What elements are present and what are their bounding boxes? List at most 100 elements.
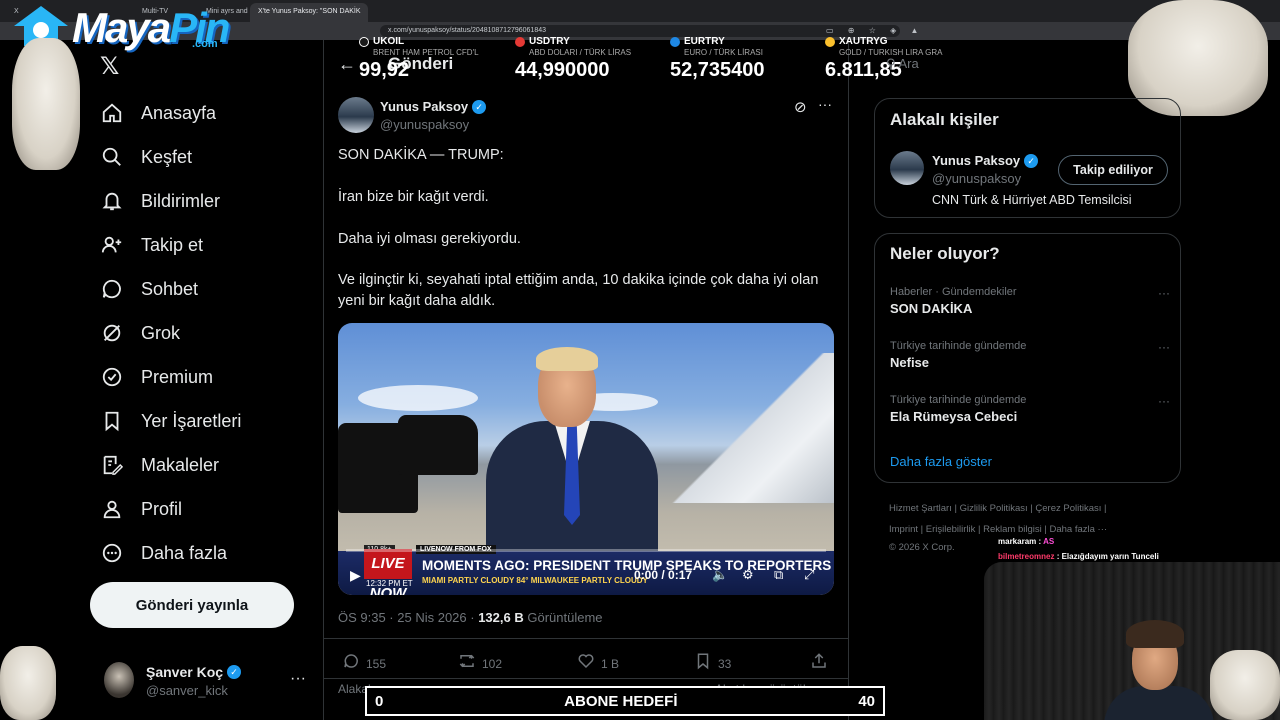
back-arrow-icon[interactable]: ← [338,54,356,75]
volume-icon[interactable]: 🔈 [712,567,728,583]
related-name: Yunus Paksoy [932,153,1021,168]
video-headline: MOMENTS AGO: PRESIDENT TRUMP SPEAKS TO R… [422,558,832,573]
x-logo-icon[interactable]: 𝕏 [100,52,119,81]
video-time: 0:00 / 0:17 [634,568,693,582]
ticker-value: 52,735400 [670,59,765,81]
article-icon [100,453,124,477]
reply-count: 155 [366,656,387,671]
pip-icon[interactable]: ⧉ [774,567,783,583]
sidebar-item-label: Sohbet [141,278,199,299]
ticker-subtitle: EURO / TÜRK LİRASI [684,48,763,57]
sidebar-item-label: Makaleler [141,454,220,475]
ticker-value: 99,92 [359,59,410,81]
trend-more-icon[interactable]: ··· [1158,340,1170,354]
footer-links[interactable]: Imprint | Erişilebilirlik | Reklam bilgi… [889,524,1107,535]
post-paragraph: İran bize bir kağıt verdi. [338,189,489,205]
repost-button[interactable]: 102 [458,652,502,675]
heart-icon [577,652,595,675]
author-avatar[interactable] [338,97,374,133]
post-time[interactable]: ÖS 9:35 · 25 Nis 2026 [338,610,467,625]
divider [324,638,848,639]
chat-message: markaram : AS [998,537,1055,546]
bookmark-count: 33 [718,656,732,671]
reply-icon [342,652,360,675]
video-clock: 12:32 PM ET [366,579,413,588]
bell-icon [100,189,124,213]
trend-more-icon[interactable]: ··· [1158,286,1170,300]
settings-gear-icon[interactable]: ⚙ [742,567,754,583]
trend-item[interactable]: Türkiye tarihinde gündemde Ela Rümeysa C… [890,394,1170,424]
ticker-value: 44,990000 [515,59,610,81]
sidebar-item-follow[interactable]: Takip et [100,229,203,261]
follow-icon [100,233,124,257]
account-more-icon[interactable]: ··· [290,670,306,688]
author-name: Yunus Paksoy [380,99,469,114]
author-handle[interactable]: @yunuspaksoy [380,117,469,132]
post-more-icon[interactable]: ··· [818,96,832,112]
bookmark-icon [694,652,712,675]
browser-extension-icons[interactable]: ▭ ⊕ ☆ ◈ ▲ [826,26,924,35]
sidebar-item-explore[interactable]: Keşfet [100,141,192,173]
post-paragraph: Ve ilginçtir ki, seyahati iptal ettiğim … [338,272,819,309]
tab-active[interactable]: X'te Yunus Paksoy: "SON DAKİK [250,3,368,22]
grok-explain-icon[interactable]: ⊘ [794,98,807,116]
sidebar-item-profile[interactable]: Profil [100,493,182,525]
post-paragraph: Daha iyi olması gerekiyordu. [338,231,521,247]
ticker-symbol: EURTRY [684,36,725,47]
sidebar-item-premium[interactable]: Premium [100,361,213,393]
search-icon [100,145,124,169]
sidebar-item-label: Anasayfa [141,102,217,123]
chat-user: markaram [998,537,1037,546]
sidebar-item-chat[interactable]: Sohbet [100,273,198,305]
related-name-row[interactable]: Yunus Paksoy ✓ [932,153,1039,168]
account-avatar[interactable] [104,662,134,698]
author-name-row[interactable]: Yunus Paksoy ✓ [380,99,487,114]
trends-title: Neler oluyor? [890,244,1000,263]
reply-button[interactable]: 155 [342,652,386,675]
sidebar-item-notifications[interactable]: Bildirimler [100,185,220,217]
search-input[interactable]: ⚲ Ara [886,56,919,72]
sidebar-item-articles[interactable]: Makaleler [100,449,219,481]
sidebar-item-more[interactable]: Daha fazla [100,537,227,569]
ticker-subtitle: ABD DOLARI / TÜRK LİRAS [529,48,632,57]
share-button[interactable] [810,652,828,675]
trend-more-icon[interactable]: ··· [1158,394,1170,408]
sidebar-item-label: Yer İşaretleri [141,410,242,431]
cat-sticker-cam [1210,650,1280,720]
trend-context: Haberler · Gündemdekiler [890,286,1017,298]
sidebar-item-home[interactable]: Anasayfa [100,97,216,129]
post-views-label: Görüntüleme [527,610,603,625]
video-live-badge: LIVE NOW [364,549,412,595]
related-avatar[interactable] [890,151,924,185]
video-weather-ticker: MIAMI PARTLY CLOUDY 84° MILWAUKEE PARTLY… [422,576,648,585]
search-placeholder: Ara [898,56,919,71]
verified-badge-icon: ✓ [227,665,242,679]
account-name-row[interactable]: Şanver Koç ✓ [146,664,242,680]
play-icon[interactable]: ▶ [350,567,361,584]
video-progress-bar[interactable] [346,549,826,552]
like-button[interactable]: 1 B [577,652,619,675]
sidebar-item-label: Daha fazla [141,542,228,563]
sidebar-item-label: Premium [141,366,214,387]
related-bio: CNN Türk & Hürriyet ABD Temsilcisi [932,193,1132,207]
column-divider-left [323,40,324,720]
sidebar-item-label: Profil [141,498,183,519]
show-more-link[interactable]: Daha fazla göster [890,454,992,469]
sidebar-item-label: Grok [141,322,181,343]
video-player[interactable]: 110.8k+ LIVENOW FROM FOX LIVE NOW MOMENT… [338,323,834,595]
footer-links[interactable]: Hizmet Şartları | Gizlilik Politikası | … [889,503,1107,514]
related-people-card: Alakalı kişiler Yunus Paksoy ✓ @yunuspaks… [874,98,1181,218]
sidebar-item-grok[interactable]: Grok [100,317,180,349]
repost-icon [458,652,476,675]
bookmark-button[interactable]: 33 [694,652,731,675]
ticker-oil-icon [359,36,369,47]
following-button[interactable]: Takip ediliyor [1058,155,1168,185]
trend-item[interactable]: Türkiye tarihinde gündemde Nefise ··· [890,340,1170,370]
trend-item[interactable]: Haberler · Gündemdekiler SON DAKİKA ··· [890,286,1170,316]
related-handle: @yunuspaksoy [932,171,1022,186]
fullscreen-icon[interactable]: ⤢ [804,567,814,583]
sidebar-item-bookmarks[interactable]: Yer İşaretleri [100,405,241,437]
post-button[interactable]: Gönderi yayınla [90,582,294,628]
goal-target: 40 [858,692,875,710]
ticker-item: UKOIL BRENT HAM PETROL CFD'L 99,92 [359,36,514,82]
